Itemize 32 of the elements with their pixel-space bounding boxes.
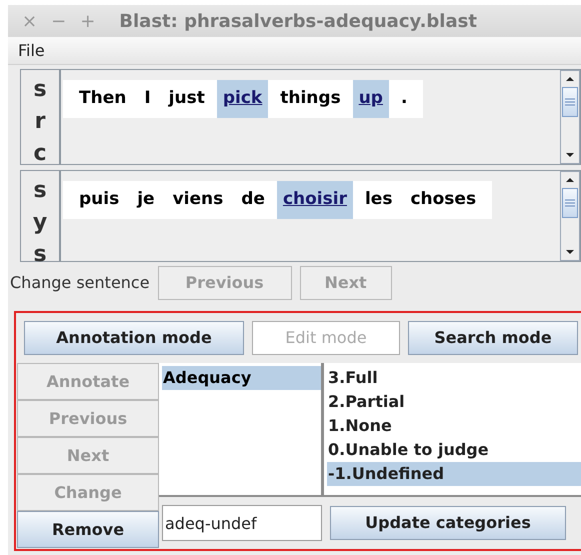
list-item[interactable]: Adequacy — [162, 366, 321, 390]
update-categories-button[interactable]: Update categories — [330, 506, 566, 540]
mode-button[interactable]: Annotation mode — [24, 321, 244, 355]
source-token[interactable]: just — [162, 80, 211, 118]
list-item[interactable]: 0.Unable to judge — [327, 438, 581, 462]
system-token[interactable]: puis — [73, 181, 126, 219]
scrollbar[interactable] — [560, 171, 580, 261]
system-token[interactable]: choisir — [276, 181, 353, 219]
system-token[interactable]: viens — [166, 181, 230, 219]
menu-item[interactable]: File — [18, 38, 45, 62]
system-token[interactable]: je — [131, 181, 161, 219]
system-token[interactable]: choses — [404, 181, 482, 219]
action-button[interactable]: Remove — [17, 511, 159, 548]
system-token[interactable]: de — [235, 181, 271, 219]
list-item[interactable]: 3.Full — [327, 366, 581, 390]
source-token[interactable]: pick — [216, 80, 268, 118]
list-item[interactable]: -1.Undefined — [327, 462, 581, 486]
system-token[interactable]: les — [358, 181, 398, 219]
list-item[interactable]: 1.None — [327, 414, 581, 438]
source-token[interactable]: things — [274, 80, 347, 118]
source-token[interactable]: . — [394, 80, 414, 118]
mode-button[interactable]: Search mode — [408, 321, 578, 355]
source-token[interactable]: up — [352, 80, 389, 118]
window-title: Blast: phrasalverbs-adequacy.blast — [119, 10, 477, 34]
scrollbar[interactable] — [560, 70, 580, 164]
scroll-thumb[interactable] — [562, 188, 578, 218]
change-sentence-label: Change sentence — [10, 272, 150, 294]
source-token[interactable]: I — [138, 80, 157, 118]
scroll-thumb[interactable] — [562, 87, 578, 117]
list-item[interactable]: 2.Partial — [327, 390, 581, 414]
category-field[interactable]: adeq-undef — [162, 505, 322, 541]
source-token[interactable]: Then — [73, 80, 132, 118]
